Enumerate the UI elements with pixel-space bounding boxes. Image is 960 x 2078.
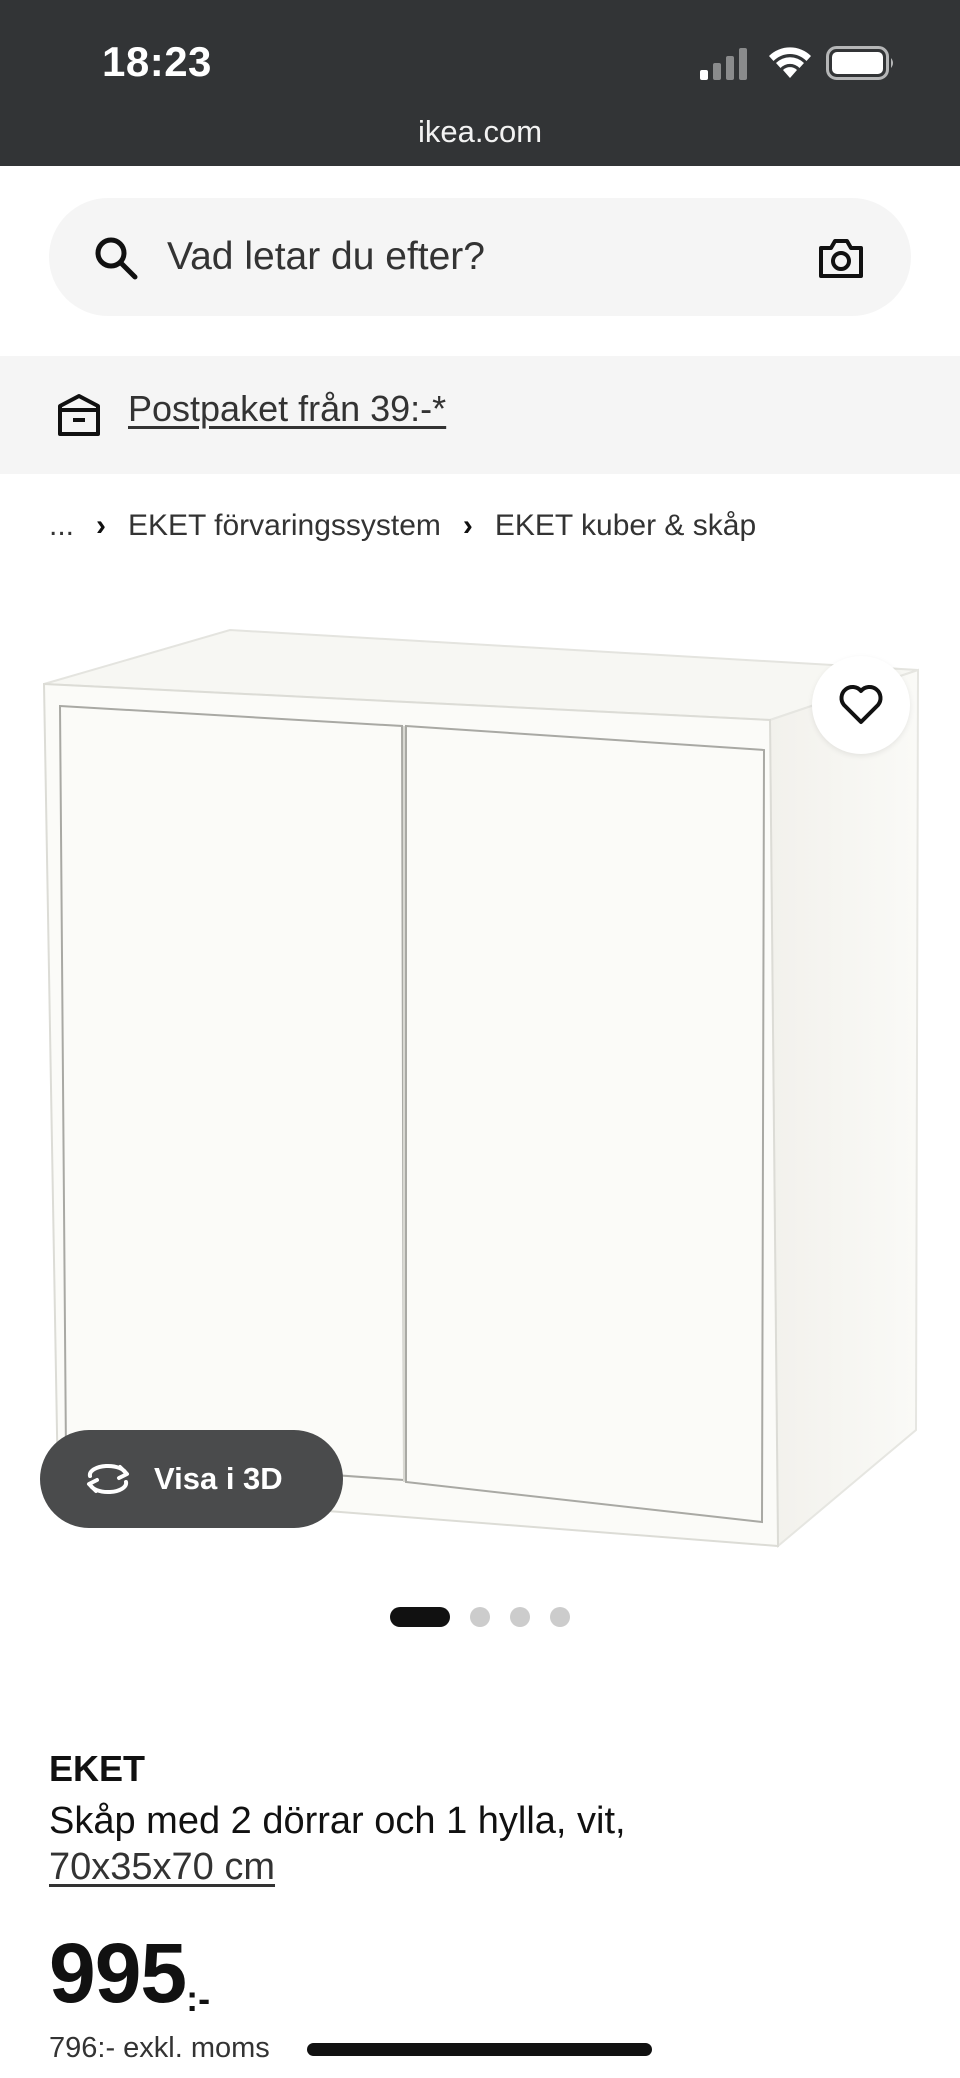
product-size-link[interactable]: 70x35x70 cm [49,1846,275,1889]
address-url[interactable]: ikea.com [0,114,960,150]
carousel-dot[interactable] [390,1607,450,1627]
carousel-dot[interactable] [510,1607,530,1627]
signal-icon [700,48,747,80]
status-bar: 18:23 ikea.com [0,0,960,166]
package-icon [58,394,100,436]
view-in-3d-label: Visa i 3D [154,1461,283,1496]
favorite-button[interactable] [812,656,910,754]
breadcrumb-item-eket-system[interactable]: EKET förvaringssystem [128,509,441,543]
camera-icon[interactable] [817,236,865,280]
search-bar[interactable] [49,198,911,316]
breadcrumb-ellipsis[interactable]: ... [49,509,74,543]
product-brand: EKET [49,1748,146,1789]
carousel-dot[interactable] [550,1607,570,1627]
price-suffix: :- [186,1978,211,2019]
carousel-dot[interactable] [470,1607,490,1627]
wifi-icon [769,47,811,78]
search-icon[interactable] [93,235,139,281]
carousel-indicator [390,1607,590,1627]
rotate-3d-icon [87,1463,129,1495]
view-in-3d-button[interactable]: Visa i 3D [40,1430,343,1528]
breadcrumb-separator-icon: › [96,509,107,542]
breadcrumb-separator-icon: › [462,509,473,542]
price-excl-vat: 796:- exkl. moms [49,2032,270,2064]
battery-icon [826,46,893,80]
product-price: 995 :- [49,1926,210,2020]
breadcrumb-item-eket-cubes[interactable]: EKET kuber & skåp [495,509,756,543]
product-description: Skåp med 2 dörrar och 1 hylla, vit, [49,1800,626,1842]
heart-icon [839,685,883,724]
breadcrumb: ... › EKET förvaringssystem › EKET kuber… [49,506,756,546]
search-input[interactable] [167,228,727,286]
promo-banner: Postpaket från 39:-* [0,356,960,474]
promo-link[interactable]: Postpaket från 39:-* [128,388,446,430]
price-amount: 995 [49,1926,187,2020]
home-indicator[interactable] [307,2043,652,2056]
status-time: 18:23 [102,38,212,85]
